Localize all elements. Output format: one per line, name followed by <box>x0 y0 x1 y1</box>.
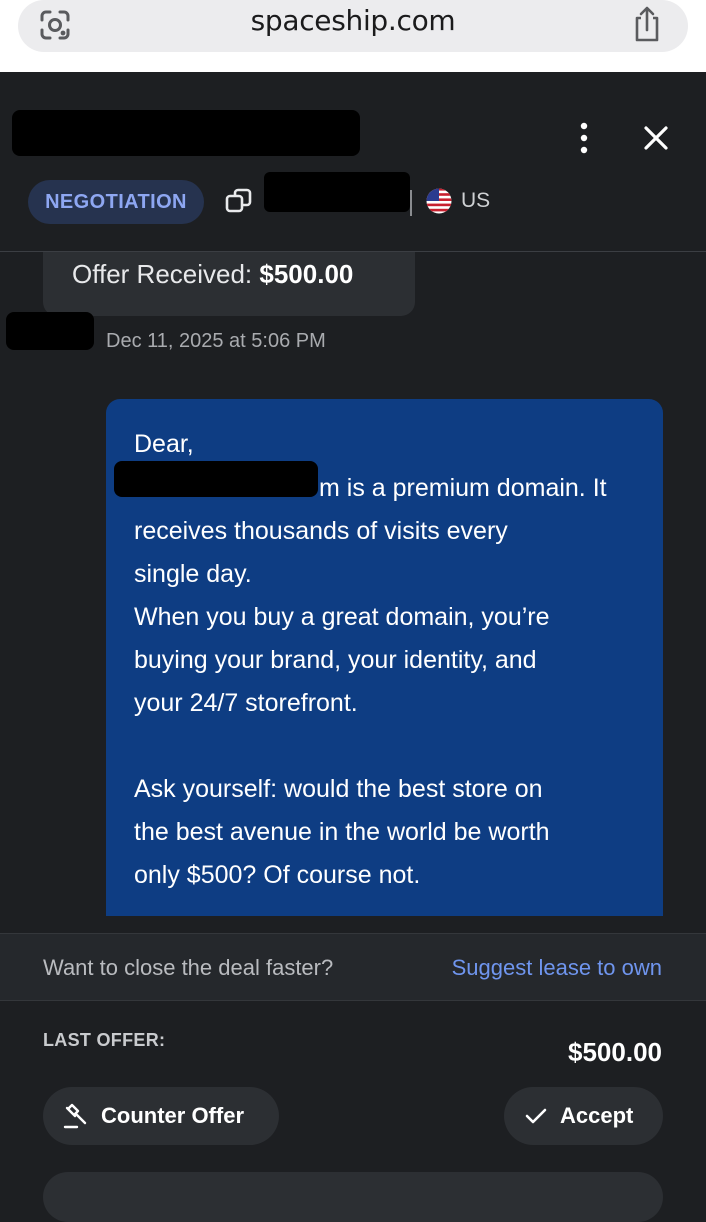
message-line: the best avenue in the world be worth <box>134 818 550 846</box>
url-text[interactable]: spaceship.com <box>18 4 688 37</box>
redacted-title <box>12 110 360 156</box>
last-offer-value: $500.00 <box>568 1037 662 1067</box>
message-line: only $500? Of course not. <box>134 861 421 889</box>
browser-toolbar: spaceship.com <box>0 0 706 72</box>
message-line: single day. <box>134 560 252 588</box>
message-line: receives thousands of visits every <box>134 517 508 545</box>
counter-offer-label: Counter Offer <box>101 1103 244 1128</box>
more-vertical-icon[interactable] <box>570 120 598 156</box>
message-timestamp: Dec 11, 2025 at 5:06 PM <box>106 330 326 352</box>
close-icon[interactable] <box>636 118 676 158</box>
lease-question: Want to close the deal faster? <box>43 955 334 980</box>
redacted-domain <box>264 172 410 212</box>
last-offer-label: LAST OFFER: <box>43 1030 166 1050</box>
us-flag-icon <box>426 188 452 214</box>
message-input[interactable] <box>43 1172 663 1222</box>
divider <box>410 190 412 216</box>
redacted-sender <box>6 312 94 350</box>
gavel-icon <box>63 1103 87 1129</box>
message-line: Dear, <box>134 430 194 458</box>
redacted-domain-in-message <box>114 461 318 497</box>
message-line: Ask yourself: would the best store on <box>134 775 543 803</box>
message-line: m is a premium domain. It <box>319 474 607 502</box>
offer-received-text: Offer Received: $500.00 <box>72 259 353 290</box>
counter-offer-button[interactable]: Counter Offer <box>43 1087 279 1145</box>
accept-label: Accept <box>560 1103 634 1128</box>
message-line: your 24/7 storefront. <box>134 689 358 717</box>
offer-label: Offer Received: <box>72 259 260 289</box>
country-label: US <box>461 189 491 212</box>
message-line: buying your brand, your identity, and <box>134 646 537 674</box>
message-line: When you buy a great domain, you’re <box>134 603 550 631</box>
accept-button[interactable]: Accept <box>504 1087 663 1145</box>
status-badge: NEGOTIATION <box>28 180 204 224</box>
copy-icon[interactable] <box>224 186 254 216</box>
offer-amount: $500.00 <box>259 259 354 289</box>
address-bar[interactable]: spaceship.com <box>18 0 688 52</box>
share-icon[interactable] <box>630 4 664 44</box>
suggest-lease-link[interactable]: Suggest lease to own <box>452 955 662 981</box>
checkmark-icon <box>525 1108 547 1124</box>
